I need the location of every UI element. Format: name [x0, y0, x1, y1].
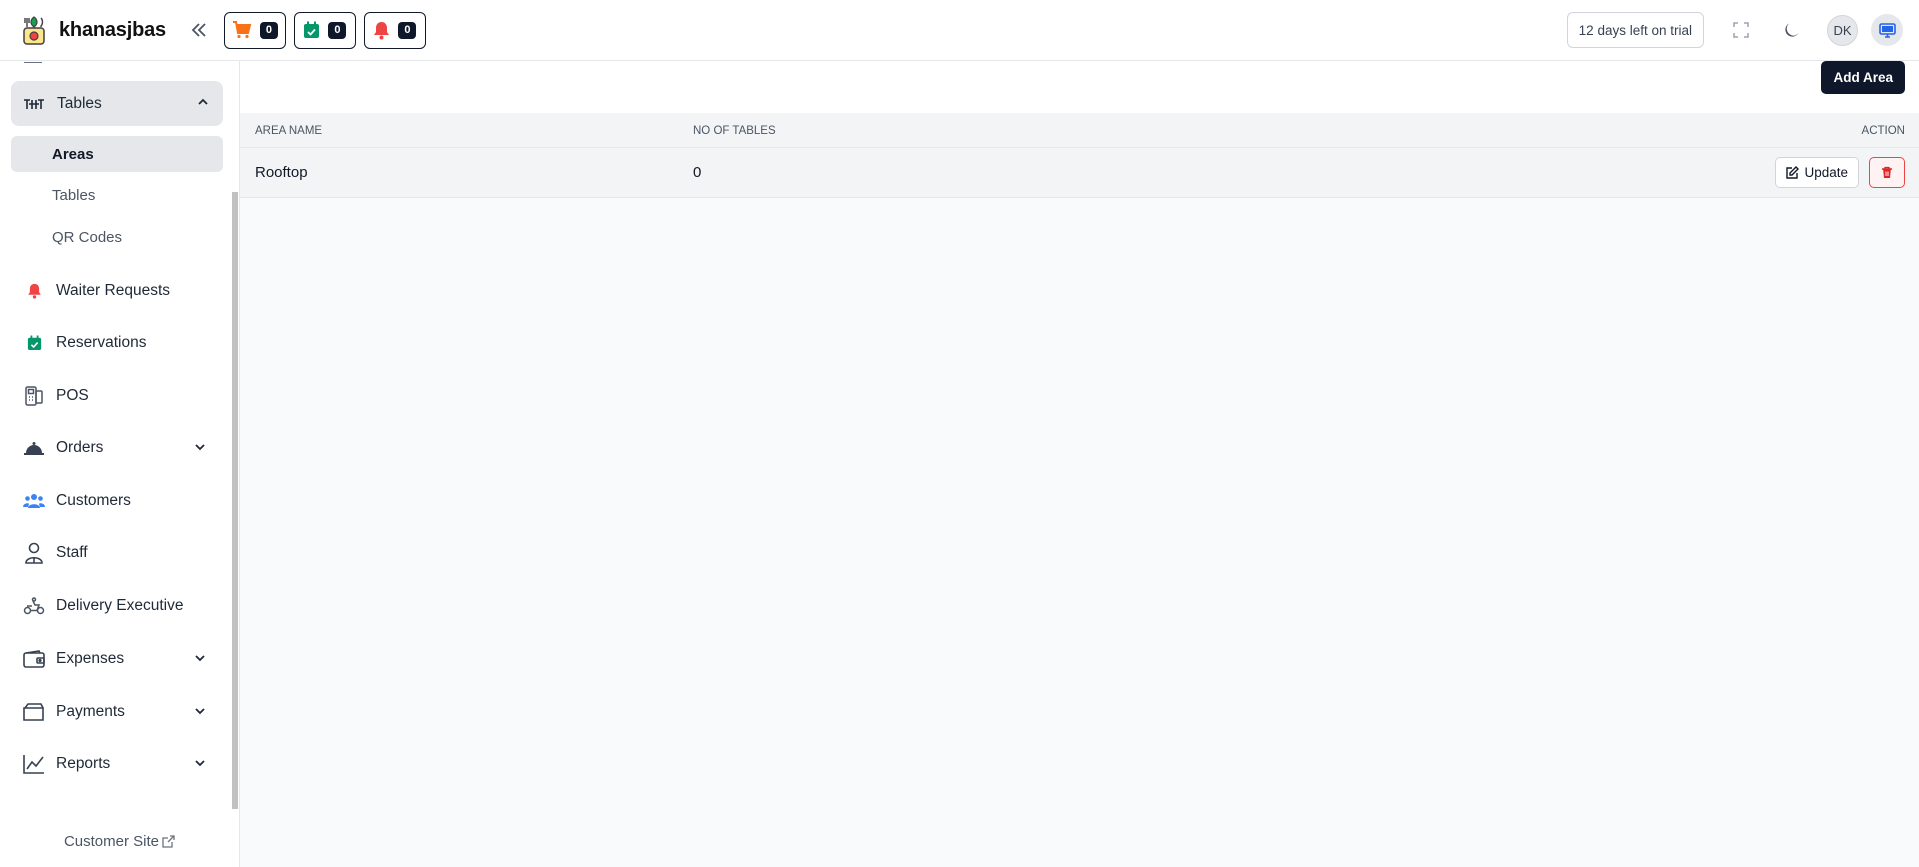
brand-logo-icon: [23, 16, 45, 45]
monitor-icon: [1878, 22, 1896, 38]
external-link-icon: [162, 835, 175, 848]
trash-icon: [1882, 166, 1892, 178]
customer-site-link[interactable]: Customer Site: [0, 816, 239, 867]
sidebar-item-label: POS: [56, 387, 89, 404]
sidebar-item-customers[interactable]: Customers: [0, 481, 235, 521]
sidebar-item-label: Staff: [56, 544, 88, 561]
sidebar-item-expenses[interactable]: Expenses: [0, 639, 235, 679]
sidebar-item-orders[interactable]: Orders: [0, 428, 235, 468]
table-header: Area Name No of Tables Action: [240, 113, 1919, 148]
brand[interactable]: khanasjbas: [18, 14, 166, 46]
no-of-tables-cell: 0: [693, 164, 702, 181]
sidebar-item-label: Reports: [56, 755, 111, 772]
sidebar-item-reservations[interactable]: Reservations: [0, 323, 235, 363]
delete-button[interactable]: [1869, 157, 1905, 188]
header-tools: 12 days left on trial DK: [1566, 0, 1919, 60]
chart-line-icon: [22, 752, 46, 776]
sidebar-item-label: Expenses: [56, 650, 125, 667]
wallet-icon: [22, 647, 46, 671]
column-header-action: Action: [1861, 125, 1905, 137]
desktop-view-button[interactable]: [1871, 14, 1903, 46]
sidebar-subitem-tables[interactable]: Tables: [11, 177, 223, 213]
area-name-cell: Rooftop: [255, 164, 308, 181]
counter-group: 0 0 0: [223, 11, 426, 49]
sidebar-item-label: Delivery Executive: [56, 597, 184, 614]
waiter-requests-count-badge: 0: [398, 21, 417, 39]
sidebar-group-label: Tables: [57, 94, 102, 112]
sidebar-item-waiter-requests[interactable]: Waiter Requests: [0, 271, 235, 311]
folder-icon: [22, 700, 46, 724]
cart-icon: [232, 21, 252, 39]
column-header-area-name: Area Name: [255, 125, 323, 137]
update-button-label: Update: [1804, 165, 1848, 180]
dark-mode-toggle[interactable]: [1777, 16, 1805, 44]
calendar-check-icon: [304, 21, 320, 38]
sidebar-item-pos[interactable]: POS: [0, 376, 235, 416]
trial-status-button[interactable]: 12 days left on trial: [1566, 12, 1704, 48]
chevron-down-icon: [195, 444, 205, 451]
sidebar-item-label: Waiter Requests: [56, 282, 170, 299]
sidebar-item-label: Reservations: [56, 334, 147, 351]
collapse-sidebar-button[interactable]: [188, 19, 210, 41]
table-icon: [23, 97, 45, 111]
chevron-up-icon: [198, 98, 208, 105]
sidebar-item-staff[interactable]: Staff: [0, 533, 235, 573]
partial-menu-icon: [24, 61, 42, 63]
orders-count-badge: 0: [259, 21, 278, 39]
sidebar-item-label: Payments: [56, 703, 125, 720]
bell-icon: [22, 279, 46, 303]
fullscreen-button[interactable]: [1727, 16, 1755, 44]
sidebar-item-label: Customers: [56, 492, 131, 509]
pos-icon: [22, 384, 46, 408]
moon-icon: [1784, 23, 1798, 37]
sidebar-item-delivery-executive[interactable]: Delivery Executive: [0, 586, 235, 626]
sidebar: Tables Areas Tables QR Codes Waiter Requ…: [0, 61, 240, 867]
main-content: Add Area Area Name No of Tables Action R…: [240, 61, 1919, 867]
reservations-count-badge: 0: [328, 21, 347, 39]
expand-icon: [1733, 22, 1749, 38]
edit-icon: [1786, 166, 1800, 179]
chevron-down-icon: [195, 655, 205, 662]
user-avatar[interactable]: DK: [1827, 14, 1858, 46]
orders-counter-button[interactable]: 0: [223, 11, 286, 49]
scooter-icon: [22, 594, 46, 618]
column-header-no-of-tables: No of Tables: [693, 125, 776, 137]
toolbar: Add Area: [240, 61, 1919, 113]
add-area-button[interactable]: Add Area: [1821, 61, 1905, 94]
top-header: khanasjbas 0 0 0 12 days left on trial D…: [0, 0, 1919, 61]
sidebar-subitem-areas[interactable]: Areas: [11, 136, 223, 172]
chevron-down-icon: [195, 760, 205, 767]
users-icon: [22, 489, 46, 513]
calendar-check-icon: [22, 331, 46, 355]
update-button[interactable]: Update: [1775, 157, 1859, 188]
customer-site-label: Customer Site: [63, 833, 160, 850]
cloche-icon: [22, 436, 46, 460]
bell-icon: [374, 21, 390, 39]
sidebar-item-label: Orders: [56, 439, 104, 456]
table-row: Rooftop 0 Update: [240, 148, 1919, 198]
user-icon: [22, 541, 46, 565]
sidebar-item-reports[interactable]: Reports: [0, 744, 235, 784]
chevron-down-icon: [195, 708, 205, 715]
sidebar-scrollbar[interactable]: [232, 192, 238, 809]
chevrons-left-icon: [191, 23, 206, 37]
sidebar-subitem-qr-codes[interactable]: QR Codes: [11, 219, 223, 255]
brand-name: khanasjbas: [59, 18, 166, 41]
sidebar-item-payments[interactable]: Payments: [0, 692, 235, 732]
sidebar-group-tables[interactable]: Tables: [11, 81, 223, 126]
waiter-requests-counter-button[interactable]: 0: [363, 11, 426, 49]
reservations-counter-button[interactable]: 0: [293, 11, 356, 49]
